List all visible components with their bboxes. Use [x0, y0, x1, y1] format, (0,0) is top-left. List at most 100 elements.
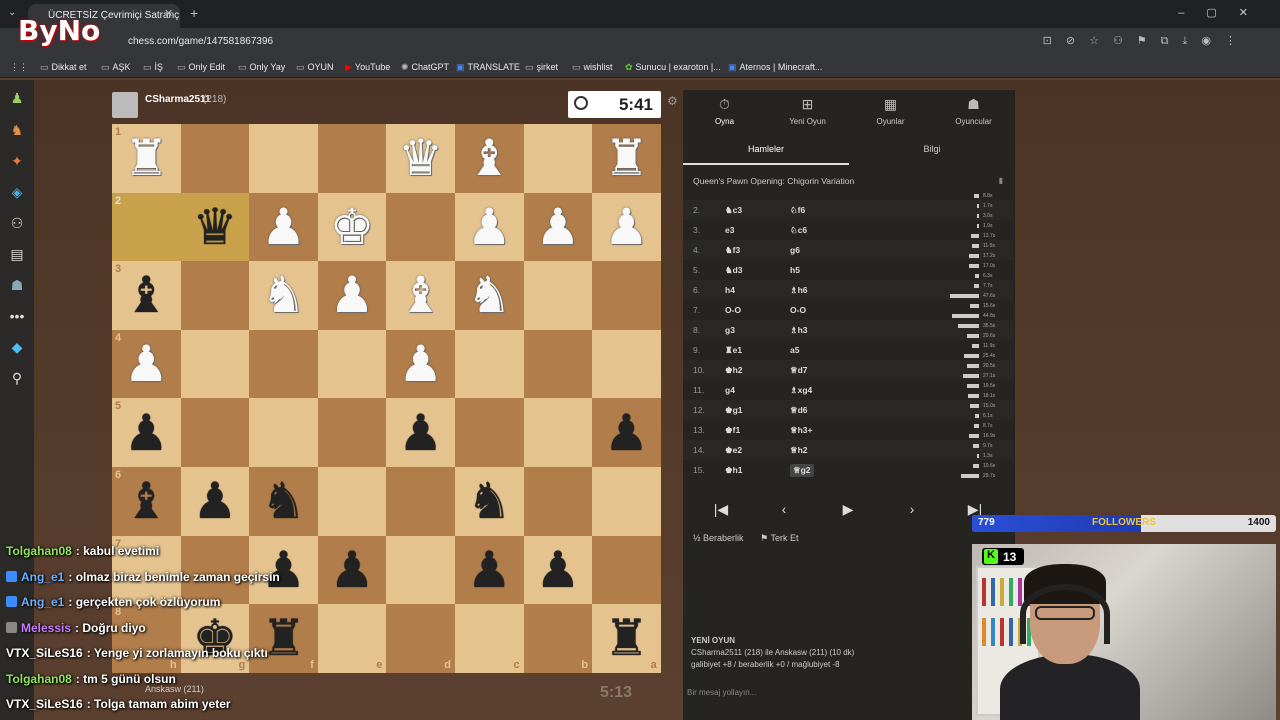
black-move[interactable]: ♕g2: [790, 464, 814, 477]
white-knight-icon[interactable]: ♞: [261, 270, 306, 320]
black-pawn-icon[interactable]: ♟: [535, 545, 580, 595]
tab-moves[interactable]: Hamleler: [683, 144, 849, 154]
square-h2[interactable]: 2: [112, 192, 181, 262]
square-c6[interactable]: ♞: [454, 466, 524, 536]
square-g4[interactable]: [180, 329, 250, 399]
bookmark-9[interactable]: ▭ şirket: [525, 62, 558, 73]
white-move[interactable]: ♚e2: [725, 445, 742, 456]
search-icon[interactable]: ⚲: [8, 370, 26, 388]
white-rook-icon[interactable]: ♜: [604, 133, 649, 183]
white-pawn-icon[interactable]: ♟: [535, 202, 580, 252]
white-queen-icon[interactable]: ♛: [398, 133, 443, 183]
tab-info[interactable]: Bilgi: [849, 144, 1015, 154]
square-b7[interactable]: ♟: [523, 535, 593, 605]
white-pawn-icon[interactable]: ♟: [330, 270, 375, 320]
white-pawn-icon[interactable]: ♟: [467, 202, 512, 252]
white-move[interactable]: ♞d3: [725, 265, 743, 276]
black-queen-icon[interactable]: ♛: [192, 202, 237, 252]
black-pawn-icon[interactable]: ♟: [124, 408, 169, 458]
bookmark-2[interactable]: ▭ İŞ: [143, 62, 163, 73]
bookmark-12[interactable]: ▣ Aternos | Minecraft...: [728, 62, 822, 73]
diamond-icon[interactable]: ◆: [8, 339, 26, 357]
next-move-button[interactable]: ›: [882, 496, 942, 522]
square-b6[interactable]: [523, 466, 593, 536]
book-icon[interactable]: ▮: [999, 176, 1003, 185]
square-e4[interactable]: [317, 329, 387, 399]
bookmark-5[interactable]: ▭ OYUN: [296, 62, 334, 73]
white-move[interactable]: ♚f1: [725, 425, 740, 436]
square-d5[interactable]: ♟: [386, 398, 455, 467]
watch-icon[interactable]: ◈: [8, 184, 26, 202]
black-bishop-icon[interactable]: ♝: [124, 270, 169, 320]
binoculars-icon[interactable]: ⚇: [8, 215, 26, 233]
window-controls[interactable]: –▢✕: [1178, 6, 1270, 19]
square-b3[interactable]: [523, 261, 593, 330]
white-move[interactable]: O-O: [725, 305, 741, 315]
square-g5[interactable]: [180, 398, 250, 467]
square-d6[interactable]: [386, 466, 455, 536]
black-move[interactable]: ♕h3+: [790, 425, 813, 436]
bookmark-1[interactable]: ▭ AŞK: [101, 62, 131, 73]
square-g1[interactable]: [180, 124, 250, 193]
black-pawn-icon[interactable]: ♟: [398, 408, 443, 458]
nav-players[interactable]: ☗ Oyuncular: [932, 96, 1015, 126]
square-a7[interactable]: [592, 535, 661, 605]
square-b5[interactable]: [523, 398, 593, 467]
square-h1[interactable]: 1 ♜: [112, 124, 181, 193]
white-pawn-icon[interactable]: ♟: [398, 339, 443, 389]
white-move[interactable]: g3: [725, 325, 735, 335]
black-move[interactable]: ♗h3: [790, 325, 808, 336]
white-pawn-icon[interactable]: ♟: [604, 202, 649, 252]
white-move[interactable]: g4: [725, 385, 735, 395]
chat-input[interactable]: Bir mesaj yollayın...: [687, 688, 1011, 697]
black-pawn-icon[interactable]: ♟: [192, 476, 237, 526]
black-move[interactable]: g6: [790, 245, 800, 255]
square-d4[interactable]: ♟: [386, 329, 455, 399]
square-f6[interactable]: ♞: [249, 466, 318, 536]
white-move[interactable]: h4: [725, 285, 735, 295]
square-h3[interactable]: 3 ♝: [112, 261, 181, 330]
square-a5[interactable]: ♟: [592, 398, 661, 467]
square-h5[interactable]: 5 ♟: [112, 398, 181, 467]
square-d2[interactable]: [386, 192, 455, 262]
learn-icon[interactable]: ✦: [8, 153, 26, 171]
white-move[interactable]: ♜e1: [725, 345, 742, 356]
avatar[interactable]: [112, 92, 138, 118]
white-bishop-icon[interactable]: ♝: [398, 270, 443, 320]
black-rook-icon[interactable]: ♜: [604, 613, 649, 663]
white-move[interactable]: ♚h1: [725, 465, 743, 476]
square-a4[interactable]: [592, 329, 661, 399]
black-move[interactable]: O-O: [790, 305, 806, 315]
square-e5[interactable]: [317, 398, 387, 467]
square-g6[interactable]: ♟: [180, 466, 250, 536]
square-g2[interactable]: ♛: [180, 192, 250, 262]
black-move[interactable]: ♘c6: [790, 225, 807, 236]
pawn-icon[interactable]: ♟: [8, 90, 26, 108]
square-f3[interactable]: ♞: [249, 261, 318, 330]
black-move[interactable]: h5: [790, 265, 800, 275]
square-a1[interactable]: ♜: [592, 124, 661, 193]
square-d1[interactable]: ♛: [386, 124, 455, 193]
square-b4[interactable]: [523, 329, 593, 399]
square-b1[interactable]: [523, 124, 593, 193]
play-button[interactable]: ▶: [818, 496, 878, 522]
square-f1[interactable]: [249, 124, 318, 193]
nav-play[interactable]: ⏱ Oyna: [683, 96, 766, 126]
black-move[interactable]: ♗xg4: [790, 385, 812, 396]
black-move[interactable]: ♘f6: [790, 205, 805, 216]
white-move[interactable]: e3: [725, 225, 734, 235]
black-move[interactable]: a5: [790, 345, 799, 355]
square-a6[interactable]: [592, 466, 661, 536]
square-c8[interactable]: c: [454, 604, 524, 673]
square-f5[interactable]: [249, 398, 318, 467]
square-g3[interactable]: [180, 261, 250, 330]
square-e1[interactable]: [317, 124, 387, 193]
white-pawn-icon[interactable]: ♟: [124, 339, 169, 389]
white-move[interactable]: ♞c3: [725, 205, 742, 216]
square-d3[interactable]: ♝: [386, 261, 455, 330]
white-move[interactable]: ♚g1: [725, 405, 743, 416]
square-c4[interactable]: [454, 329, 524, 399]
draw-button[interactable]: ½ Beraberlik: [693, 533, 744, 543]
square-b2[interactable]: ♟: [523, 192, 593, 262]
black-pawn-icon[interactable]: ♟: [467, 545, 512, 595]
